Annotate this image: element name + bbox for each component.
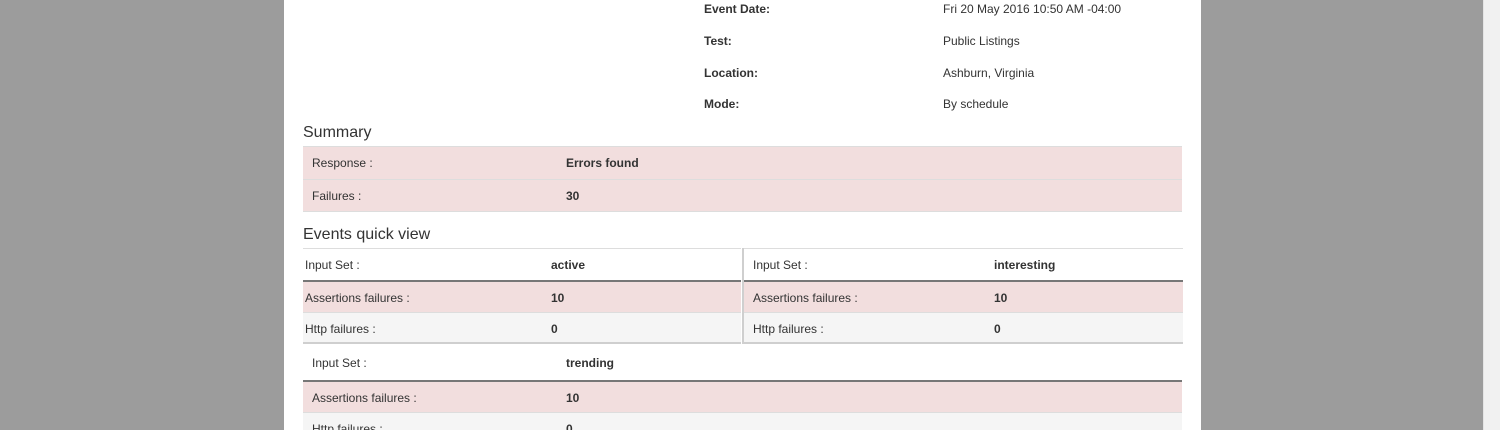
meta-key: Mode: [704,97,740,111]
event-row-input-set: Input Set : interesting [744,248,1183,280]
event-row-assertions: Assertions failures : 10 [303,280,741,312]
row-value: 10 [551,291,565,305]
row-value: 0 [551,322,558,336]
row-label: Response : [312,156,373,170]
summary-table: Response : Errors found Failures : 30 [303,146,1182,212]
row-value: 0 [566,422,573,430]
meta-key: Location: [704,66,758,80]
event-set-table: Input Set : interesting Assertions failu… [742,248,1183,344]
event-row-http: Http failures : 0 [744,312,1183,344]
events-title: Events quick view [303,226,431,243]
row-value: 10 [566,391,580,405]
meta-value: Ashburn, Virginia [943,66,1035,80]
event-row-http: Http failures : 0 [303,312,741,344]
meta-row-mode: Mode: By schedule [284,97,1201,119]
row-value: Errors found [566,156,639,170]
meta-row-test: Test: Public Listings [284,34,1201,56]
meta-row-event-date: Event Date: Fri 20 May 2016 10:50 AM -04… [284,2,1201,24]
meta-key: Event Date: [704,2,771,16]
meta-key: Test: [704,34,732,48]
event-row-input-set: Input Set : trending [303,347,1182,380]
row-label: Assertions failures : [312,391,417,405]
event-set-table: Input Set : trending Assertions failures… [303,347,1182,430]
row-label: Input Set : [753,258,808,272]
vertical-scrollbar[interactable] [1483,0,1500,430]
row-label: Assertions failures : [305,291,410,305]
row-label: Http failures : [305,322,376,336]
meta-row-location: Location: Ashburn, Virginia [284,66,1201,88]
event-row-assertions: Assertions failures : 10 [744,280,1183,312]
row-value: 0 [994,322,1001,336]
row-value: interesting [994,258,1056,272]
summary-title: Summary [303,124,372,141]
event-set-table: Input Set : active Assertions failures :… [303,248,741,344]
event-row-input-set: Input Set : active [303,248,741,280]
meta-value: Fri 20 May 2016 10:50 AM -04:00 [943,2,1122,16]
meta-value: Public Listings [943,34,1020,48]
row-label: Assertions failures : [753,291,858,305]
summary-row-response: Response : Errors found [303,146,1182,179]
meta-value: By schedule [943,97,1009,111]
row-value: trending [566,356,614,370]
row-label: Input Set : [312,356,367,370]
row-label: Http failures : [312,422,383,430]
row-value: 10 [994,291,1008,305]
event-row-http: Http failures : 0 [303,412,1182,430]
report-page: Event Date: Fri 20 May 2016 10:50 AM -04… [284,0,1201,430]
row-value: 30 [566,189,580,203]
row-label: Input Set : [305,258,360,272]
row-label: Failures : [312,189,362,203]
row-label: Http failures : [753,322,824,336]
event-row-assertions: Assertions failures : 10 [303,380,1182,412]
summary-row-failures: Failures : 30 [303,179,1182,212]
row-value: active [551,258,586,272]
